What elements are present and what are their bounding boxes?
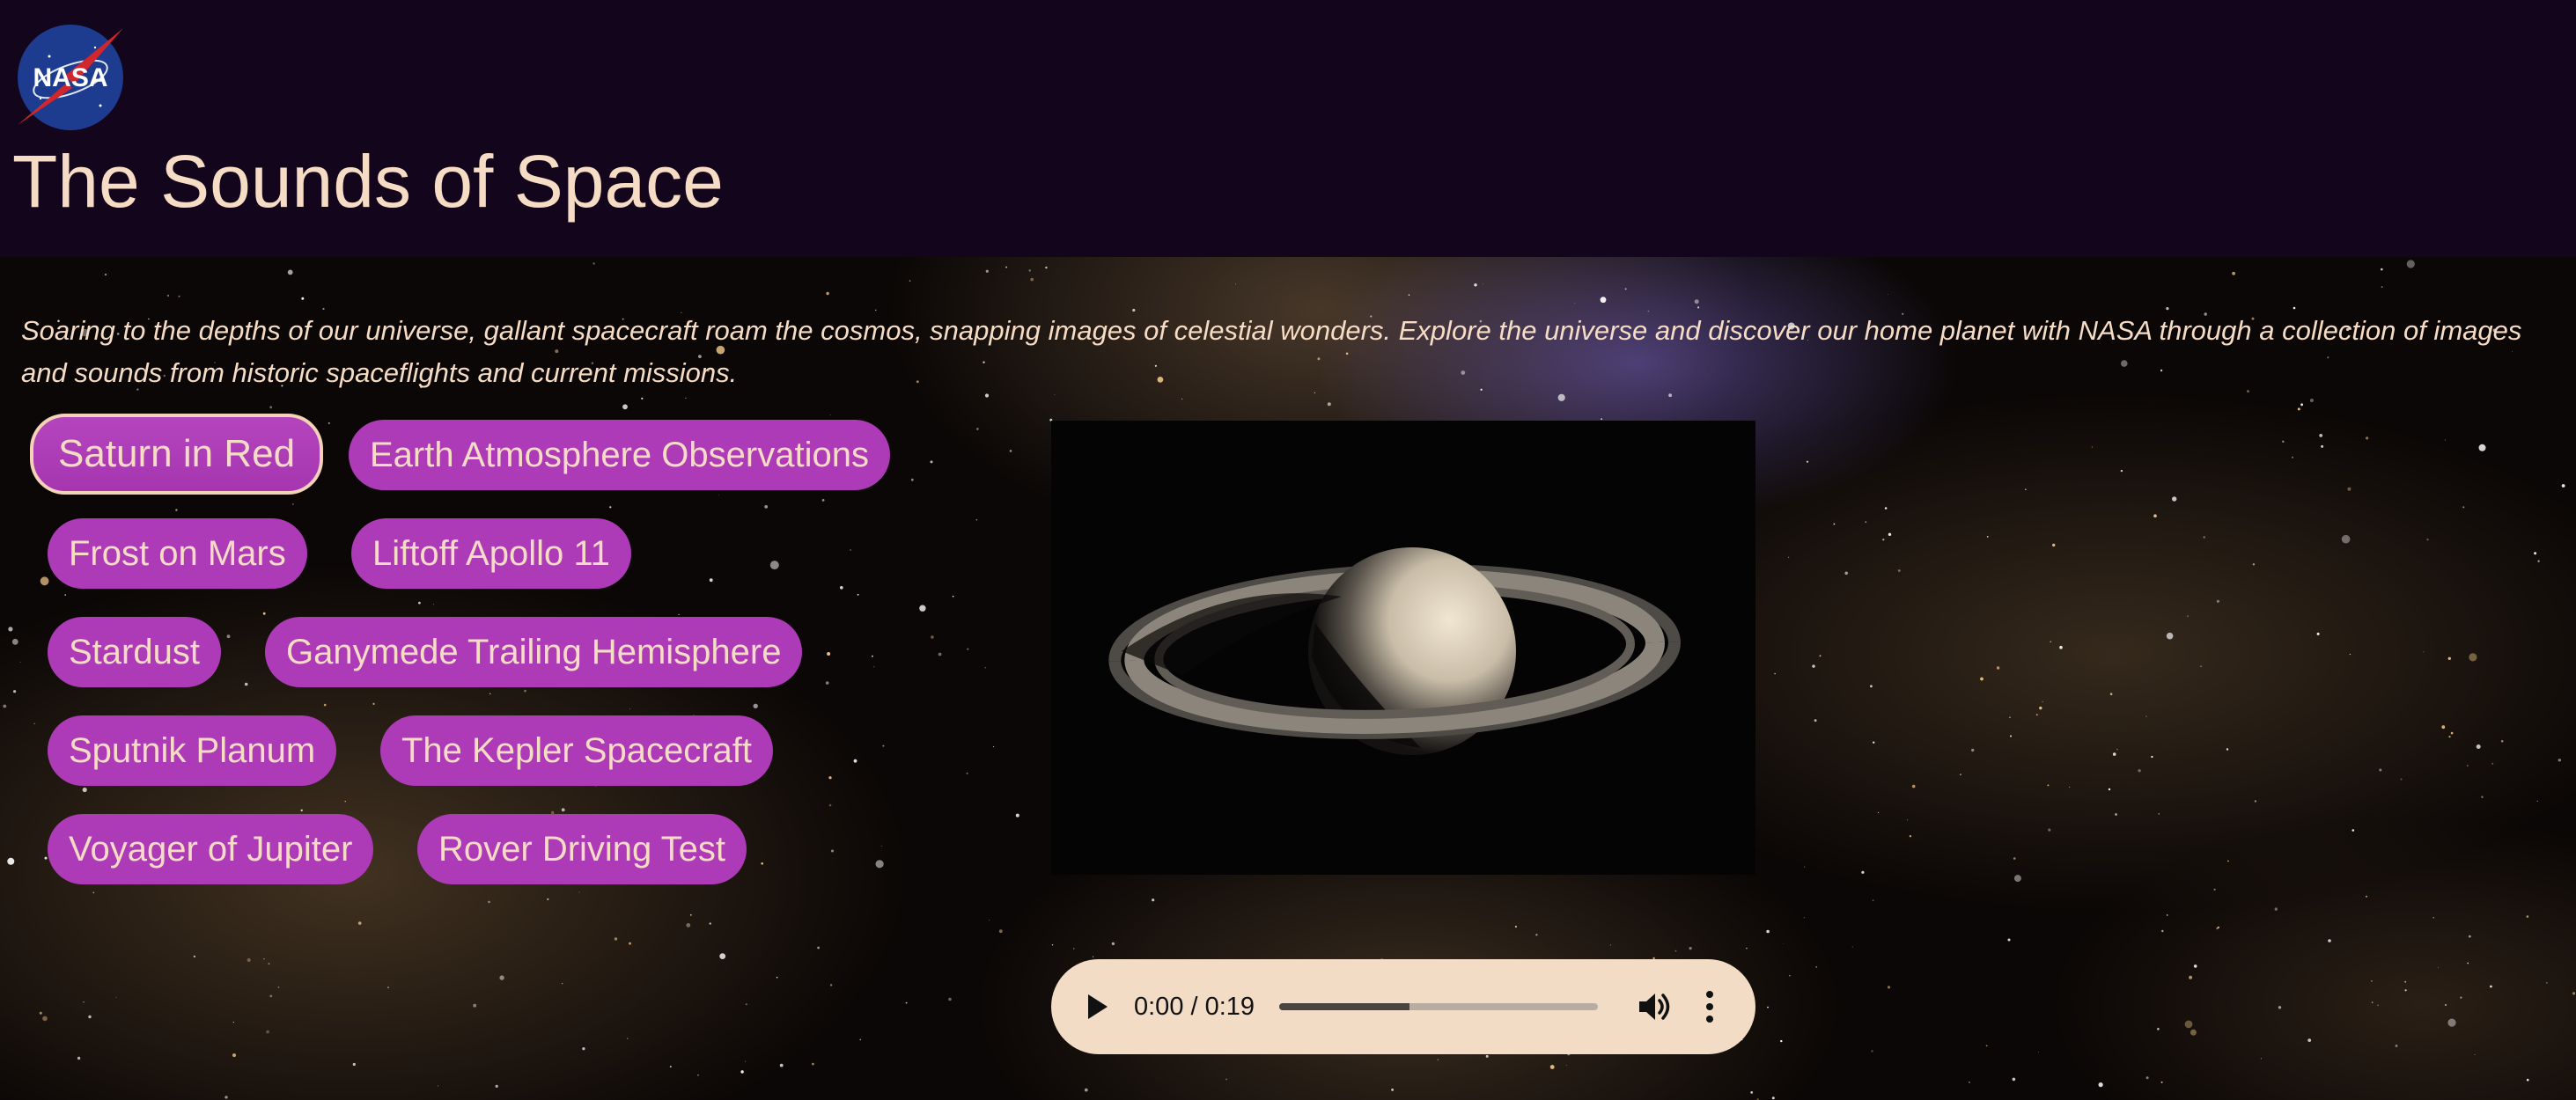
sound-button-ganymede-trailing-hemisphere[interactable]: Ganymede Trailing Hemisphere (265, 617, 803, 687)
saturn-image (1051, 421, 1755, 875)
sound-button-liftoff-apollo-11[interactable]: Liftoff Apollo 11 (351, 518, 631, 589)
intro-text: Soaring to the depths of our universe, g… (21, 315, 2522, 388)
sound-button-stardust[interactable]: Stardust (48, 617, 221, 687)
more-options-icon[interactable] (1704, 989, 1715, 1024)
page-title: The Sounds of Space (12, 140, 724, 223)
progress-slider[interactable] (1279, 1003, 1598, 1010)
sound-button-saturn-in-red[interactable]: Saturn in Red (30, 414, 324, 495)
audio-player[interactable]: 0:00 / 0:19 (1051, 959, 1755, 1054)
progress-buffered (1279, 1003, 1410, 1010)
page-header: NASA The Sounds of Space (0, 0, 2576, 257)
sound-button-earth-atmosphere-observations[interactable]: Earth Atmosphere Observations (349, 420, 890, 490)
sound-button-voyager-of-jupiter[interactable]: Voyager of Jupiter (48, 814, 374, 884)
sound-button-rover-driving-test[interactable]: Rover Driving Test (417, 814, 747, 884)
saturn-illustration (1108, 547, 1681, 755)
sound-button-sputnik-planum[interactable]: Sputnik Planum (48, 715, 337, 786)
main-content: Soaring to the depths of our universe, g… (0, 257, 2576, 1100)
nasa-logo-text: NASA (33, 63, 107, 92)
time-display: 0:00 / 0:19 (1134, 993, 1255, 1021)
sound-button-the-kepler-spacecraft[interactable]: The Kepler Spacecraft (380, 715, 773, 786)
sound-button-frost-on-mars[interactable]: Frost on Mars (48, 518, 307, 589)
nasa-logo: NASA (18, 25, 123, 130)
play-icon[interactable] (1086, 993, 1109, 1021)
volume-icon[interactable] (1638, 990, 1673, 1023)
